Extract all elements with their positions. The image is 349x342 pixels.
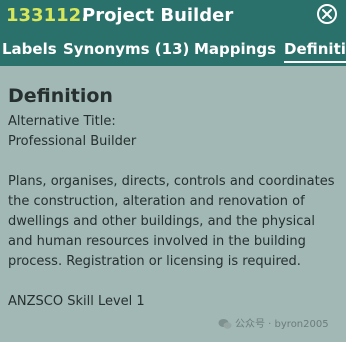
occupation-code: 133112. <box>6 5 88 26</box>
wechat-icon <box>218 319 232 329</box>
definition-description: Plans, organises, directs, controls and … <box>8 174 335 269</box>
tab-mappings[interactable]: Mappings <box>194 39 276 59</box>
watermark-text: 公众号 · byron2005 <box>235 319 329 330</box>
skill-level: ANZSCO Skill Level 1 <box>8 294 145 309</box>
tab-definition[interactable]: Definition <box>284 39 346 63</box>
title-bar: 133112. Project Builder <box>0 0 346 32</box>
alternative-title-value: Professional Builder <box>8 134 137 149</box>
tab-synonyms[interactable]: Synonyms (13) <box>63 39 189 59</box>
alternative-title-label: Alternative Title: <box>8 114 116 129</box>
close-icon <box>322 9 332 19</box>
close-button[interactable] <box>317 4 337 24</box>
occupation-panel: 133112. Project Builder Labels Synonyms … <box>0 0 346 342</box>
watermark: 公众号 · byron2005 <box>218 318 329 332</box>
tab-labels[interactable]: Labels <box>2 39 57 59</box>
definition-content: Definition Alternative Title: Profession… <box>8 84 338 312</box>
alternative-title-block: Alternative Title: Professional Builder <box>8 112 338 152</box>
definition-heading: Definition <box>8 85 113 107</box>
tab-bar: Labels Synonyms (13) Mappings Definition <box>0 32 346 66</box>
occupation-title: Project Builder <box>82 5 234 26</box>
